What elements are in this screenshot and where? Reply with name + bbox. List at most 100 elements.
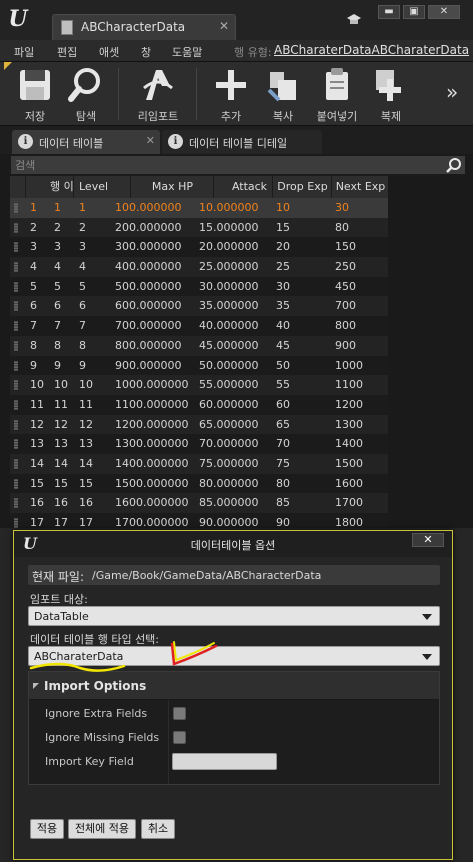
drag-handle-icon[interactable] <box>14 399 18 410</box>
column-header-row-name[interactable]: 행 이름 <box>50 176 74 198</box>
menu-file[interactable]: 파일 <box>14 44 34 60</box>
reimport-button[interactable]: 리임포트 <box>133 66 183 124</box>
import-target-dropdown[interactable]: DataTable <box>28 606 440 626</box>
menu-window[interactable]: 창 <box>141 44 151 60</box>
cancel-button[interactable]: 취소 <box>141 819 175 839</box>
table-row[interactable]: 12 12 12 1200.000000 65.000000 65 1300 <box>10 414 388 435</box>
cell-level: 2 <box>79 220 86 234</box>
table-row[interactable]: 6 6 6 600.000000 35.000000 35 700 <box>10 296 388 317</box>
drag-handle-icon[interactable] <box>14 439 18 450</box>
row-type-dropdown[interactable]: ABCharaterData <box>28 646 440 666</box>
cell-level: 8 <box>79 338 86 352</box>
table-row[interactable]: 8 8 8 800.000000 45.000000 45 900 <box>10 335 388 356</box>
drag-handle-icon[interactable] <box>14 498 18 509</box>
drag-handle-icon[interactable] <box>14 419 18 430</box>
cell-level: 6 <box>79 299 86 313</box>
row-type-label: 행 유형: <box>234 46 272 59</box>
apply-button[interactable]: 적용 <box>30 819 64 839</box>
drag-handle-icon[interactable] <box>14 281 18 292</box>
table-row[interactable]: 10 10 10 1000.000000 55.000000 55 1100 <box>10 375 388 395</box>
data-table-view: 행 이름 Level Max HP Attack Drop Exp Next E… <box>10 176 388 553</box>
drag-handle-icon[interactable] <box>14 242 18 253</box>
column-header-max-hp[interactable]: Max HP <box>132 176 214 198</box>
tab-data-table[interactable]: i 데이터 테이블 ✕ <box>12 130 160 154</box>
info-icon: i <box>18 134 33 149</box>
column-header-drop-exp[interactable]: Drop Exp <box>274 176 332 198</box>
cell-attack: 45.000000 <box>199 338 259 352</box>
maximize-button[interactable]: ▣ <box>403 5 425 19</box>
drag-handle-icon[interactable] <box>14 321 18 332</box>
cell-row-name: 16 <box>54 496 68 510</box>
reimport-icon <box>143 70 173 100</box>
cell-drop-exp: 50 <box>276 358 290 372</box>
cell-next-exp: 1200 <box>335 397 363 411</box>
current-file-label: 현재 파일: <box>32 570 85 584</box>
cell-max-hp: 100.000000 <box>115 201 182 214</box>
tab-data-table-details[interactable]: i 데이터 테이블 디테일 <box>162 130 322 154</box>
drag-handle-icon[interactable] <box>14 380 18 391</box>
table-row[interactable]: 2 2 2 200.000000 15.000000 15 80 <box>10 217 388 238</box>
dialog-close-button[interactable]: ✕ <box>412 533 444 547</box>
table-row[interactable]: 11 11 11 1100.000000 60.000000 60 1200 <box>10 394 388 415</box>
drag-handle-icon[interactable] <box>14 518 18 528</box>
cell-attack: 50.000000 <box>199 358 259 372</box>
browse-button[interactable]: 탐색 <box>61 66 111 124</box>
row-type-select-label: 데이터 테이블 행 타입 선택: <box>30 633 160 646</box>
menu-edit[interactable]: 편집 <box>57 44 77 60</box>
close-tab-icon[interactable]: ✕ <box>219 19 229 33</box>
cell-index: 3 <box>30 240 37 254</box>
table-row[interactable]: 1 1 1 100.000000 10.000000 10 30 <box>10 198 388 218</box>
cell-index: 16 <box>30 496 44 510</box>
table-row[interactable]: 7 7 7 700.000000 40.000000 40 800 <box>10 316 388 336</box>
drag-handle-icon[interactable] <box>14 458 18 469</box>
cell-drop-exp: 80 <box>276 476 290 490</box>
table-row[interactable]: 4 4 4 400.000000 25.000000 25 250 <box>10 257 388 277</box>
column-header-level[interactable]: Level <box>76 176 131 198</box>
column-header-attack[interactable]: Attack <box>215 176 273 198</box>
import-key-field-input[interactable] <box>172 753 277 770</box>
menu-help[interactable]: 도움말 <box>172 44 202 60</box>
drag-handle-icon[interactable] <box>14 340 18 351</box>
cell-attack: 75.000000 <box>199 456 259 470</box>
table-row[interactable]: 14 14 14 1400.000000 75.000000 75 1500 <box>10 453 388 474</box>
minimize-button[interactable]: ▬ <box>378 5 400 19</box>
cell-attack: 85.000000 <box>199 496 259 510</box>
toolbar-overflow-icon[interactable]: » <box>446 80 458 104</box>
cell-attack: 30.000000 <box>199 279 259 293</box>
drag-handle-icon[interactable] <box>14 222 18 233</box>
ignore-extra-fields-checkbox[interactable] <box>173 707 186 720</box>
add-button[interactable]: 추가 <box>206 66 256 124</box>
search-icon[interactable] <box>446 157 462 173</box>
import-options-header[interactable]: Import Options <box>29 672 439 700</box>
drag-handle-icon[interactable] <box>14 262 18 273</box>
apply-all-button[interactable]: 전체에 적용 <box>68 819 136 839</box>
ignore-missing-fields-checkbox[interactable] <box>173 731 186 744</box>
document-tab[interactable]: ABCharacterData ✕ <box>52 14 236 40</box>
cell-next-exp: 1000 <box>335 358 363 372</box>
drag-handle-icon[interactable] <box>14 301 18 312</box>
copy-button[interactable]: 복사 <box>258 66 308 124</box>
table-row[interactable]: 5 5 5 500.000000 30.000000 30 450 <box>10 276 388 297</box>
paste-button[interactable]: 붙여넣기 <box>312 66 362 124</box>
table-row[interactable]: 15 15 15 1500.000000 80.000000 80 1600 <box>10 473 388 494</box>
table-row[interactable]: 13 13 13 1300.000000 70.000000 70 1400 <box>10 434 388 454</box>
save-button[interactable]: 저장 <box>10 66 60 124</box>
menu-asset[interactable]: 애셋 <box>99 44 119 60</box>
cell-attack: 70.000000 <box>199 437 259 451</box>
hat-icon[interactable] <box>346 12 362 28</box>
cell-drop-exp: 40 <box>276 319 290 333</box>
close-window-button[interactable]: ✕ <box>428 5 460 19</box>
drag-handle-icon[interactable] <box>14 203 18 213</box>
cell-drop-exp: 15 <box>276 220 290 234</box>
drag-handle-icon[interactable] <box>14 360 18 371</box>
search-input[interactable] <box>11 156 441 174</box>
table-row[interactable]: 3 3 3 300.000000 20.000000 20 150 <box>10 237 388 258</box>
duplicate-button[interactable]: 복제 <box>366 66 416 124</box>
drag-handle-icon[interactable] <box>14 478 18 489</box>
cell-next-exp: 150 <box>335 240 356 254</box>
table-row[interactable]: 16 16 16 1600.000000 85.000000 85 1700 <box>10 493 388 513</box>
table-row[interactable]: 9 9 9 900.000000 50.000000 50 1000 <box>10 355 388 376</box>
close-tab-icon[interactable]: ✕ <box>146 134 155 147</box>
save-icon <box>20 70 50 100</box>
column-header-next-exp[interactable]: Next Exp <box>333 176 388 198</box>
